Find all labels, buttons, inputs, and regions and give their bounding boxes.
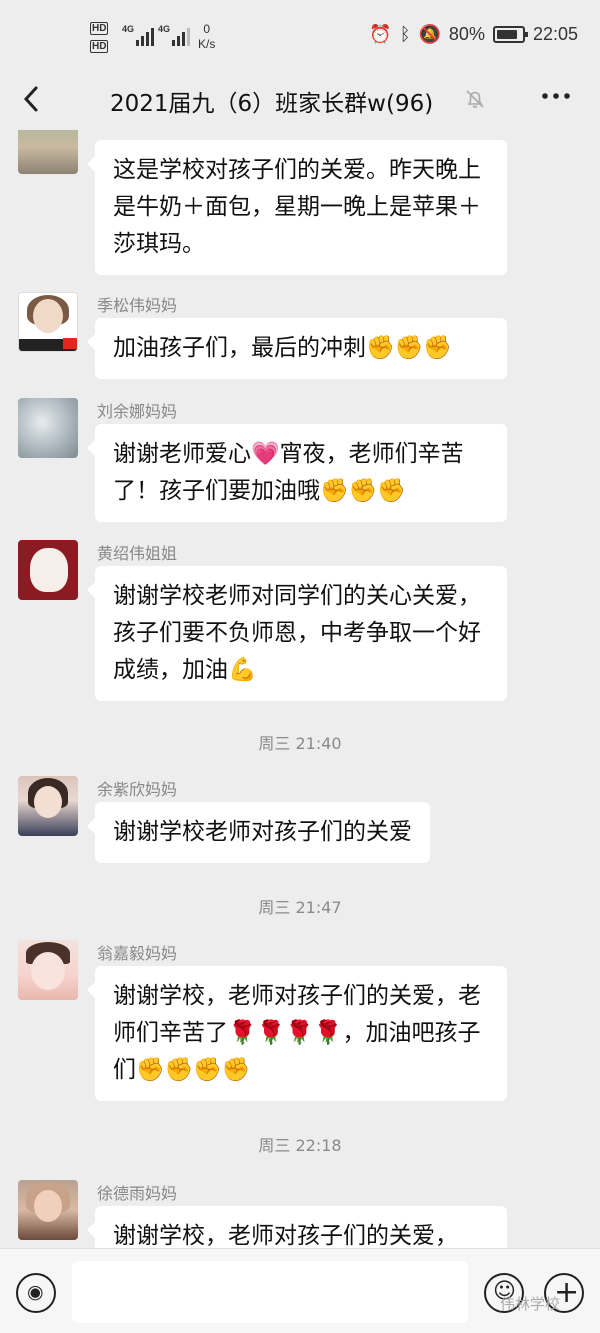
message-list[interactable]: 这是学校对孩子们的关爱。昨天晚上是牛奶＋面包，星期一晚上是苹果＋莎琪玛。 季松伟… bbox=[0, 130, 600, 1248]
message-bubble[interactable]: 加油孩子们，最后的冲刺✊✊✊ bbox=[87, 318, 507, 379]
back-icon[interactable] bbox=[18, 82, 48, 116]
network-type-label: 4G bbox=[122, 24, 135, 34]
hd-badge: HD bbox=[90, 40, 109, 53]
sender-name: 季松伟妈妈 bbox=[97, 296, 178, 315]
sender-name: 徐德雨妈妈 bbox=[97, 1184, 178, 1203]
chat-title: 2021届九（6）班家长群w(96) bbox=[110, 91, 434, 117]
sender-name: 余紫欣妈妈 bbox=[97, 780, 178, 799]
message-input[interactable] bbox=[72, 1261, 468, 1323]
message-bubble[interactable]: 谢谢学校老师对孩子们的关爱 bbox=[87, 802, 430, 863]
message-bubble[interactable]: 这是学校对孩子们的关爱。昨天晚上是牛奶＋面包，星期一晚上是苹果＋莎琪玛。 bbox=[87, 140, 507, 275]
battery-percent: 80% bbox=[448, 24, 485, 44]
muted-bell-icon bbox=[464, 88, 486, 115]
sender-name: 黄绍伟姐姐 bbox=[97, 544, 178, 563]
message-bubble[interactable]: 谢谢学校，老师对孩子们的关爱， bbox=[87, 1206, 507, 1248]
sender-name: 翁嘉毅妈妈 bbox=[97, 944, 178, 963]
message-bubble[interactable]: 谢谢学校老师对同学们的关心关爱，孩子们要不负师恩，中考争取一个好成绩，加油💪 bbox=[87, 566, 507, 701]
status-right: ⏰ ᛒ 🔕 80% 22:05 bbox=[369, 24, 578, 45]
timestamp: 周三 22:18 bbox=[258, 1136, 342, 1155]
signal-icon bbox=[172, 26, 190, 46]
battery-icon bbox=[492, 26, 528, 43]
status-bar: HD HD 4G 4G 0 K/s ⏰ ᛒ 🔕 80% 22:05 bbox=[0, 0, 600, 70]
timestamp: 周三 21:40 bbox=[258, 734, 342, 753]
avatar[interactable] bbox=[18, 398, 78, 458]
timestamp: 周三 21:47 bbox=[258, 898, 342, 917]
avatar[interactable] bbox=[18, 1180, 78, 1240]
alarm-icon: ⏰ bbox=[369, 24, 392, 44]
watermark: 伟林学校 bbox=[500, 1295, 561, 1313]
hd-badge: HD bbox=[90, 22, 109, 35]
network-speed: 0 K/s bbox=[198, 22, 215, 52]
avatar[interactable] bbox=[18, 940, 78, 1000]
input-bar: ◉ ☺ + 伟林学校 bbox=[0, 1248, 600, 1333]
more-icon[interactable] bbox=[540, 80, 572, 117]
avatar[interactable] bbox=[18, 292, 78, 352]
voice-button[interactable]: ◉ bbox=[16, 1273, 56, 1313]
mute-icon: 🔕 bbox=[418, 24, 441, 44]
avatar[interactable] bbox=[18, 540, 78, 600]
voice-icon: ◉ bbox=[27, 1281, 44, 1303]
network-speed-unit: K/s bbox=[198, 37, 216, 51]
avatar[interactable] bbox=[18, 776, 78, 836]
chat-header: 2021届九（6）班家长群w(96) bbox=[0, 70, 600, 130]
network-speed-value: 0 bbox=[203, 22, 211, 36]
bluetooth-icon: ᛒ bbox=[399, 24, 411, 44]
message-bubble[interactable]: 谢谢老师爱心💗宵夜，老师们辛苦了！孩子们要加油哦✊✊✊ bbox=[87, 424, 507, 522]
clock: 22:05 bbox=[532, 24, 578, 44]
avatar[interactable] bbox=[18, 130, 78, 174]
sender-name: 刘余娜妈妈 bbox=[97, 402, 178, 421]
network-type-label: 4G bbox=[158, 24, 171, 34]
signal-icon bbox=[136, 26, 154, 46]
message-bubble[interactable]: 谢谢学校，老师对孩子们的关爱，老师们辛苦了🌹🌹🌹🌹，加油吧孩子们✊✊✊✊ bbox=[87, 966, 507, 1101]
